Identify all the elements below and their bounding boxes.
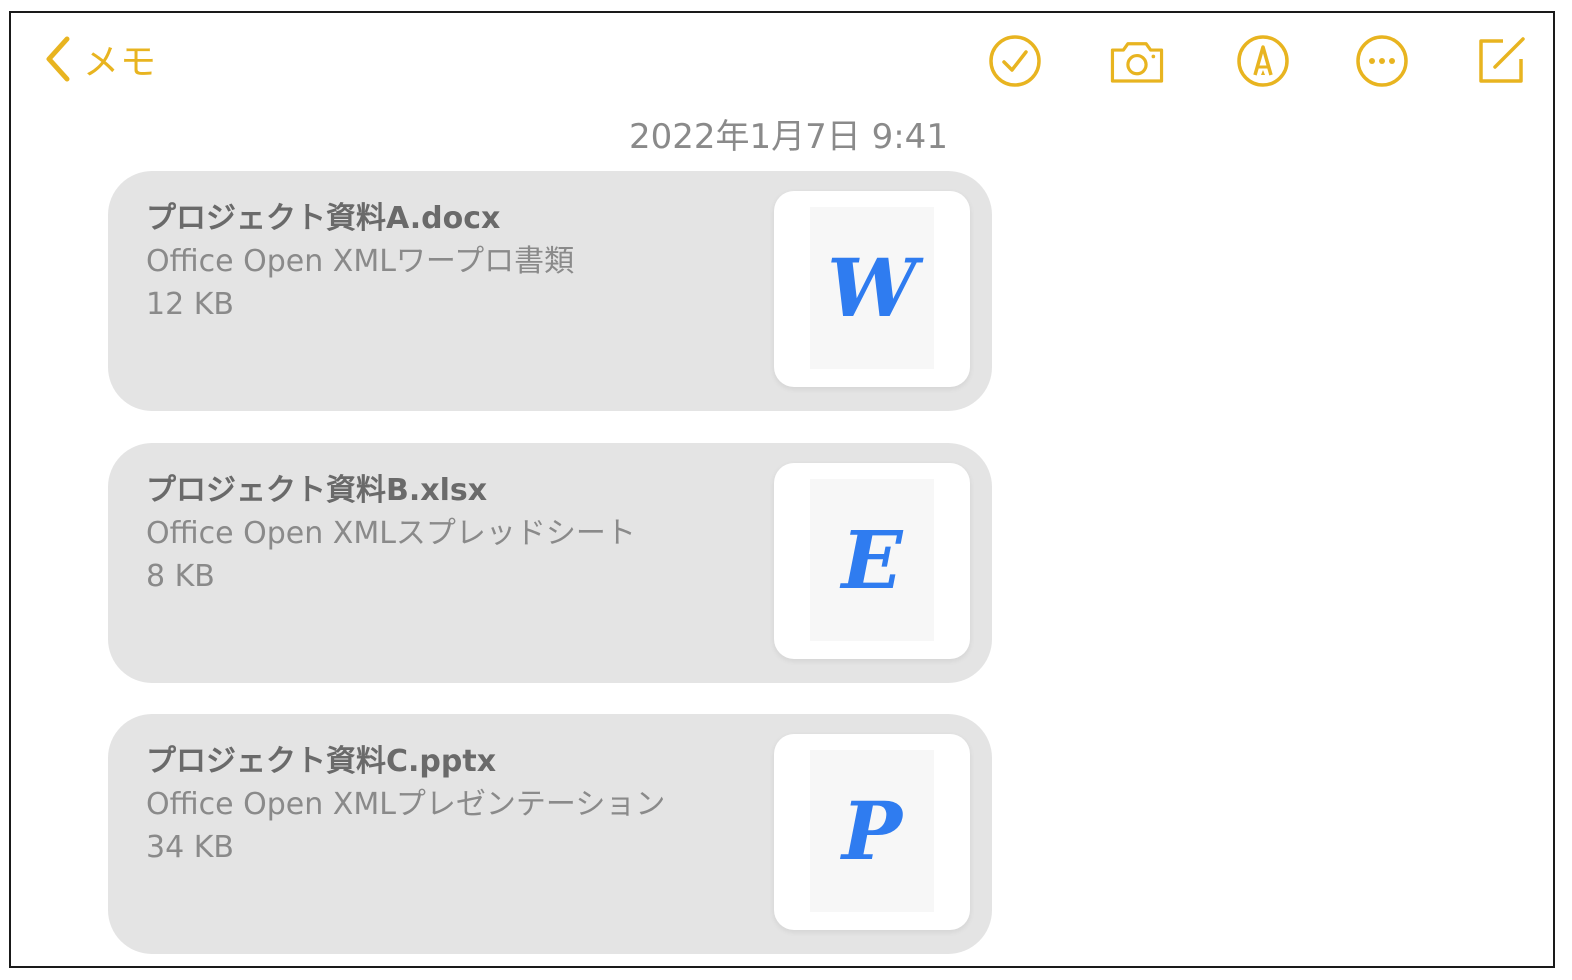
markup-button[interactable]: [1233, 31, 1293, 91]
attachment-card-pptx[interactable]: プロジェクト資料C.pptx Office Open XMLプレゼンテーション …: [108, 714, 992, 954]
file-size: 34 KB: [146, 830, 234, 865]
back-button[interactable]: メモ: [43, 33, 157, 85]
compose-button[interactable]: [1471, 31, 1531, 91]
markup-pen-icon: [1237, 35, 1289, 87]
notes-window: メモ 2022年1月7日 9:41 プロジェクト資料A.docx Office …: [9, 11, 1555, 968]
camera-icon: [1110, 42, 1164, 83]
excel-spreadsheet-icon: E: [841, 513, 903, 607]
attachment-card-xlsx[interactable]: プロジェクト資料B.xlsx Office Open XMLスプレッドシート 8…: [108, 443, 992, 683]
note-date: 2022年1月7日 9:41: [629, 117, 948, 157]
back-label: メモ: [83, 42, 158, 83]
checklist-button[interactable]: [985, 31, 1045, 91]
file-thumbnail: P: [774, 734, 970, 930]
file-size: 12 KB: [146, 287, 234, 322]
file-thumbnail: E: [774, 463, 970, 659]
file-name: プロジェクト資料B.xlsx: [146, 473, 488, 508]
powerpoint-presentation-icon: P: [841, 784, 903, 878]
file-name: プロジェクト資料C.pptx: [146, 744, 497, 779]
checkmark-circle-icon: [989, 35, 1041, 87]
more-ellipsis-icon: [1356, 35, 1408, 87]
file-name: プロジェクト資料A.docx: [146, 201, 501, 236]
compose-icon: [1479, 37, 1525, 83]
attachment-card-docx[interactable]: プロジェクト資料A.docx Office Open XMLワープロ書類 12 …: [108, 171, 992, 411]
word-document-icon: W: [827, 241, 917, 335]
file-thumbnail: W: [774, 191, 970, 387]
camera-button[interactable]: [1107, 31, 1167, 91]
file-size: 8 KB: [146, 559, 215, 594]
more-button[interactable]: [1352, 31, 1412, 91]
chevron-left-icon: [46, 36, 70, 82]
file-type: Office Open XMLプレゼンテーション: [146, 787, 666, 822]
file-type: Office Open XMLワープロ書類: [146, 244, 575, 279]
file-type: Office Open XMLスプレッドシート: [146, 516, 636, 551]
